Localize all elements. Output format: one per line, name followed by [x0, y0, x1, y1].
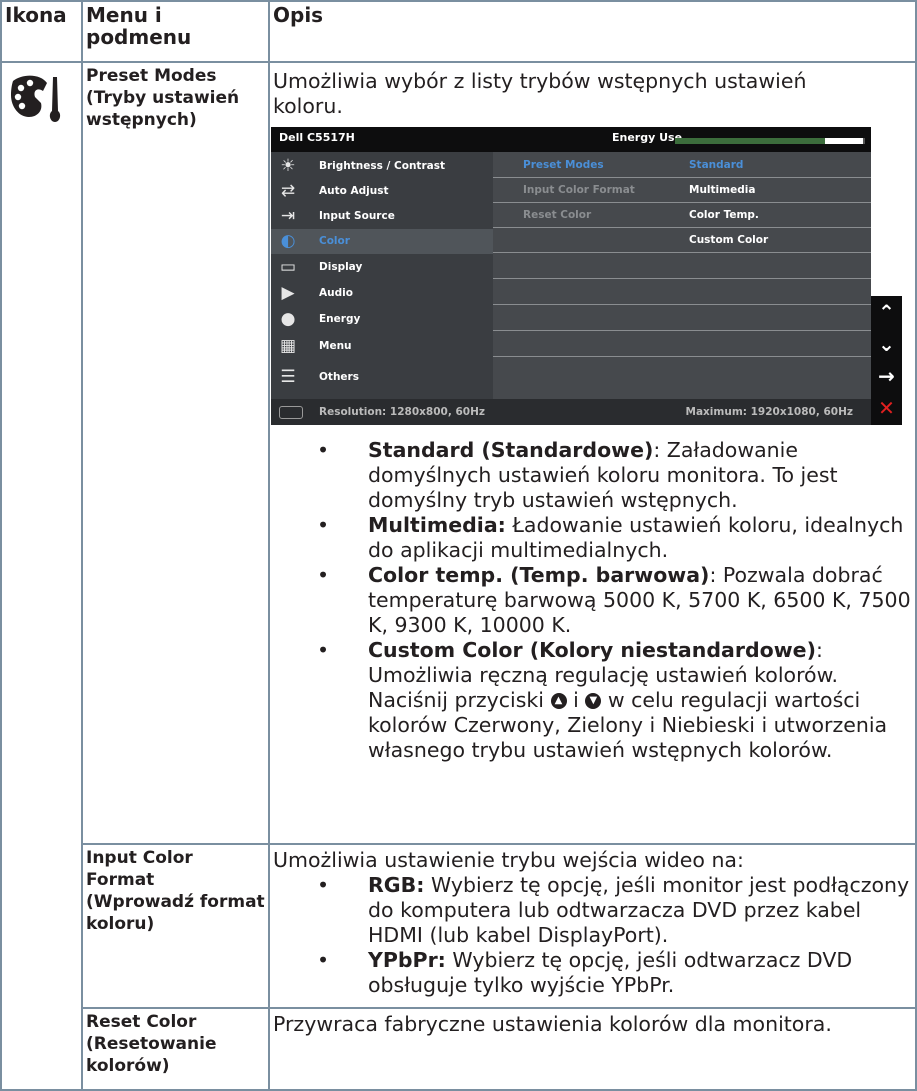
submenu-reset-color[interactable]: Reset Color — [523, 209, 591, 221]
header-icon-cell: Ikona — [0, 0, 83, 63]
osd-menu-item-menu[interactable]: ▦ Menu — [271, 334, 493, 359]
sun-icon: ☀ — [280, 156, 296, 176]
osd-status-bar: Resolution: 1280x800, 60Hz Maximum: 1920… — [271, 399, 871, 425]
energy-meter-marker — [825, 138, 863, 144]
color-palette-icon — [11, 75, 61, 122]
divider — [493, 278, 871, 279]
list-item: YPbPr: Wybierz tę opcję, jeśli odtwarzac… — [273, 948, 912, 998]
menu-label-input-color-format: Input Color Format (Wprowadź format kolo… — [86, 848, 265, 934]
menu-label-preset-modes: Preset Modes (Tryby ustawień wstępnych) — [86, 66, 240, 130]
speaker-icon: ▶ — [281, 283, 295, 303]
osd-menu-item-others[interactable]: ☰ Others — [271, 365, 493, 390]
menu-icon: ▦ — [279, 336, 297, 356]
osd-title: Dell C5517H — [279, 131, 355, 144]
osd-menu-item-display[interactable]: ▭ Display — [271, 255, 493, 280]
osd-maximum: Maximum: 1920x1080, 60Hz — [685, 406, 854, 418]
divider — [493, 330, 871, 331]
list-item: Multimedia: Ładowanie ustawień koloru, i… — [273, 513, 912, 563]
preset-modes-intro: Umożliwia wybór z listy trybów wstępnych… — [273, 69, 807, 118]
osd-menu: Dell C5517H Energy Use ☀ Brightness / Co… — [271, 127, 871, 425]
osd-main-menu: ☀ Brightness / Contrast ⇄ Auto Adjust ⇥ … — [271, 152, 493, 399]
down-button-icon: ▼ — [585, 693, 602, 709]
list-item: Standard (Standardowe): Załadowanie domy… — [273, 438, 912, 513]
right-arrow-icon[interactable]: → — [871, 360, 902, 392]
down-arrow-icon[interactable]: ⌄ — [871, 328, 902, 360]
option-multimedia[interactable]: Multimedia — [689, 184, 755, 196]
header-menu-cell: Menu i podmenu — [81, 0, 270, 63]
up-button-icon: ▲ — [550, 693, 567, 709]
desc-cell-reset-color: Przywraca fabryczne ustawienia kolorów d… — [268, 1007, 917, 1091]
energy-icon: ● — [280, 309, 296, 329]
color-icon: ◐ — [280, 231, 296, 251]
menu-cell-reset-color: Reset Color (Resetowanie kolorów) — [81, 1007, 270, 1091]
option-color-temp[interactable]: Color Temp. — [689, 209, 759, 221]
option-standard[interactable]: Standard — [689, 159, 743, 171]
header-desc-cell: Opis — [268, 0, 917, 63]
preset-modes-list: Standard (Standardowe): Załadowanie domy… — [273, 438, 912, 763]
list-item: Custom Color (Kolory niestandardowe): Um… — [273, 638, 912, 763]
menu-label-reset-color: Reset Color (Resetowanie kolorów) — [86, 1012, 217, 1076]
divider — [493, 252, 871, 253]
divider — [493, 227, 871, 228]
osd-menu-item-energy[interactable]: ● Energy — [271, 307, 493, 332]
divider — [493, 177, 871, 178]
menu-cell-preset-modes: Preset Modes (Tryby ustawień wstępnych) — [81, 61, 270, 845]
input-color-intro: Umożliwia ustawienie trybu wejścia wideo… — [273, 848, 744, 872]
osd-menu-item-brightness[interactable]: ☀ Brightness / Contrast — [271, 154, 493, 179]
header-desc-label: Opis — [273, 3, 324, 27]
osd-menu-item-input-source[interactable]: ⇥ Input Source — [271, 204, 493, 229]
energy-label: Energy Use — [612, 131, 683, 144]
up-arrow-icon[interactable]: ⌃ — [871, 296, 902, 328]
list-item: RGB: Wybierz tę opcję, jeśli monitor jes… — [273, 873, 912, 948]
osd-menu-item-color[interactable]: ◐ Color — [271, 229, 493, 254]
option-custom-color[interactable]: Custom Color — [689, 234, 768, 246]
input-color-list: RGB: Wybierz tę opcję, jeśli monitor jes… — [273, 873, 912, 998]
reset-color-intro: Przywraca fabryczne ustawienia kolorów d… — [273, 1012, 832, 1036]
header-menu-label: Menu i podmenu — [86, 3, 192, 49]
menu-cell-input-color-format: Input Color Format (Wprowadź format kolo… — [81, 843, 270, 1009]
others-icon: ☰ — [280, 367, 296, 387]
list-item: Color temp. (Temp. barwowa): Pozwala dob… — [273, 563, 912, 638]
header-icon-label: Ikona — [5, 3, 67, 27]
desc-cell-input-color-format: Umożliwia ustawienie trybu wejścia wideo… — [268, 843, 917, 1009]
submenu-input-color-format[interactable]: Input Color Format — [523, 184, 635, 196]
divider — [493, 304, 871, 305]
submenu-preset-modes[interactable]: Preset Modes — [523, 159, 604, 171]
energy-meter-fill — [675, 138, 826, 144]
osd-menu-item-auto-adjust[interactable]: ⇄ Auto Adjust — [271, 179, 493, 204]
energy-meter — [675, 138, 865, 144]
divider — [493, 356, 871, 357]
input-source-icon: ⇥ — [280, 206, 296, 226]
osd-submenu-pane: Preset Modes Input Color Format Reset Co… — [493, 152, 871, 399]
osd-title-bar: Dell C5517H Energy Use — [271, 127, 871, 152]
auto-adjust-icon: ⇄ — [280, 181, 296, 201]
osd-button-bar: ⌃ ⌄ → ✕ — [871, 296, 902, 425]
divider — [493, 202, 871, 203]
close-icon[interactable]: ✕ — [871, 392, 902, 424]
display-icon: ▭ — [279, 257, 297, 277]
vga-connector-icon — [279, 406, 303, 419]
osd-resolution: Resolution: 1280x800, 60Hz — [319, 406, 485, 418]
icon-cell — [0, 61, 83, 1091]
osd-menu-item-audio[interactable]: ▶ Audio — [271, 281, 493, 306]
